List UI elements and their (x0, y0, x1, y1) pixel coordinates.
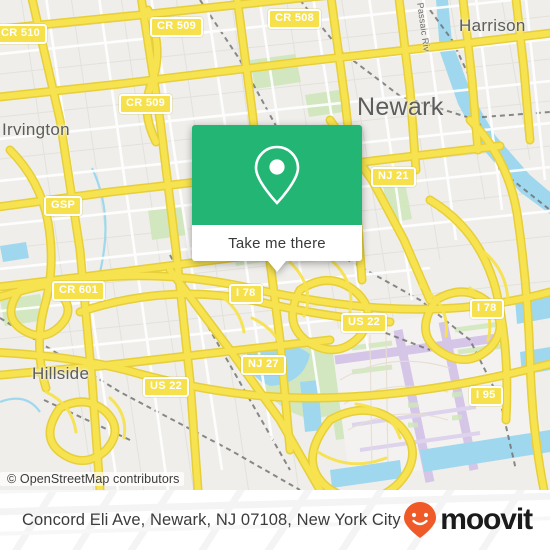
footer-bar: Concord Eli Ave, Newark, NJ 07108, New Y… (0, 490, 550, 550)
road-shield-nj-21[interactable]: NJ 21 (371, 167, 416, 187)
take-me-there-label: Take me there (228, 234, 326, 252)
road-shield-gsp[interactable]: GSP (44, 196, 83, 216)
city-label-harrison: Harrison (459, 16, 526, 35)
osm-attribution: © OpenStreetMap contributors (0, 468, 550, 490)
road-shield-cr-601[interactable]: CR 601 (52, 281, 106, 301)
moovit-wordmark: moovit (440, 503, 533, 536)
road-shield-i-95[interactable]: I 95 (469, 386, 503, 406)
city-label-irvington: Irvington (2, 120, 70, 139)
map-canvas[interactable]: Irvington Newark Harrison Hillside Passa… (0, 0, 550, 490)
popup-tail (268, 261, 286, 272)
take-me-there-button[interactable]: Take me there (192, 225, 362, 261)
moovit-smiley-pin-icon (404, 502, 437, 538)
road-shield-i-78-west[interactable]: I 78 (229, 284, 263, 304)
city-label-hillside: Hillside (32, 364, 90, 383)
popup-header (192, 125, 362, 225)
road-shield-cr-508[interactable]: CR 508 (268, 9, 322, 29)
map-pin-icon (254, 145, 300, 205)
moovit-map-screenshot: Irvington Newark Harrison Hillside Passa… (0, 0, 550, 550)
road-shield-cr-510[interactable]: CR 510 (0, 24, 48, 44)
road-shield-us-22-west[interactable]: US 22 (143, 377, 190, 397)
road-shield-i-78-east[interactable]: I 78 (470, 299, 504, 319)
moovit-logo[interactable]: moovit (403, 501, 533, 539)
road-shield-us-22-mid[interactable]: US 22 (341, 313, 388, 333)
location-popup-card[interactable]: Take me there (192, 125, 362, 272)
road-shield-cr-509-north[interactable]: CR 509 (150, 17, 204, 37)
city-label-newark: Newark (357, 93, 444, 121)
osm-attribution-text[interactable]: © OpenStreetMap contributors (0, 472, 184, 486)
road-shield-cr-509-south[interactable]: CR 509 (119, 94, 173, 114)
road-shield-nj-27[interactable]: NJ 27 (241, 355, 286, 375)
footer-content: Concord Eli Ave, Newark, NJ 07108, New Y… (0, 490, 550, 550)
address-label: Concord Eli Ave, Newark, NJ 07108, New Y… (22, 510, 401, 529)
